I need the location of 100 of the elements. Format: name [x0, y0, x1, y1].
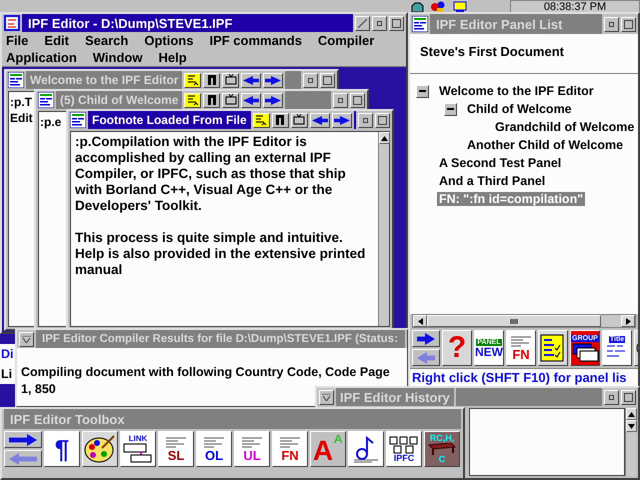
note-button[interactable] — [184, 72, 202, 88]
minimize-icon — [308, 78, 313, 82]
tree-item[interactable]: And a Third Panel — [437, 174, 548, 188]
tree-item[interactable]: FN: ":fn id=compilation" — [437, 192, 586, 206]
tree-item[interactable]: A Second Test Panel — [437, 156, 564, 170]
vertical-scrollbar[interactable] — [625, 408, 636, 476]
document-icon — [164, 436, 188, 448]
text-fragment: Di — [1, 346, 14, 363]
paragraph-button[interactable]: ¶ — [44, 431, 80, 467]
minimize-icon — [609, 22, 614, 26]
menu-item[interactable]: Edit — [44, 33, 69, 48]
minimize-button[interactable] — [333, 92, 348, 108]
right-arrow-icon — [265, 76, 282, 84]
menu-item[interactable]: Search — [84, 33, 128, 48]
title-bar-background — [285, 71, 301, 89]
vertical-scrollbar[interactable] — [378, 132, 389, 326]
note-icon — [186, 74, 199, 86]
right-arrow-icon — [265, 96, 282, 104]
collapse-toggle[interactable] — [416, 84, 429, 98]
system-menu-button[interactable] — [319, 390, 334, 404]
left-arrow-icon — [9, 452, 37, 464]
hide-button[interactable] — [355, 16, 370, 30]
tag-button[interactable]: FN — [272, 431, 308, 467]
palette-button[interactable] — [82, 431, 118, 467]
minimize-button[interactable] — [303, 72, 318, 88]
output-line: 1, 850 — [21, 381, 56, 398]
maximize-button[interactable] — [389, 16, 404, 30]
tree-item[interactable]: Grandchild of Welcome — [493, 120, 636, 134]
next-button[interactable] — [263, 92, 284, 108]
status-text: Right click (SHFT F10) for panel lis — [410, 368, 638, 386]
maximize-button[interactable] — [350, 92, 365, 108]
screen-button[interactable] — [290, 112, 308, 128]
music-button[interactable] — [203, 92, 220, 108]
help-button[interactable]: ? — [442, 330, 472, 366]
back-button[interactable] — [4, 450, 42, 467]
window-title: IPF Editor - D:\Dump\STEVE1.IPF — [22, 14, 353, 32]
link-button[interactable]: LINK — [120, 431, 156, 467]
next-button[interactable] — [263, 72, 284, 88]
checklist-icon — [540, 334, 566, 362]
menu-item[interactable]: IPF commands — [209, 33, 302, 48]
menu-item[interactable]: File — [6, 33, 28, 48]
maximize-icon — [392, 18, 401, 28]
linked-windows-icon — [123, 443, 153, 463]
document-icon — [509, 336, 533, 348]
next-button[interactable] — [332, 112, 352, 128]
document-text: :p.Compilation with the IPF Editor is accomplished by calling an external IPF Compiler, or IPFC, such as those that ship with Borland C++, Visual Age C++ or the Developers' Toolkit. — [75, 134, 347, 214]
windows-icon — [571, 342, 599, 362]
music-note-icon — [274, 114, 286, 126]
tag-button[interactable]: FN — [506, 330, 536, 366]
tree-item[interactable]: Child of Welcome — [465, 102, 574, 116]
back-button[interactable] — [412, 349, 440, 366]
screen-button[interactable] — [222, 92, 240, 108]
sound-button[interactable] — [348, 431, 384, 467]
window-title: Welcome to the IPF Editor — [26, 71, 182, 89]
minimize-button[interactable] — [604, 16, 619, 32]
maximize-button[interactable] — [375, 112, 390, 128]
maximize-button[interactable] — [320, 72, 335, 88]
tree-item[interactable]: Welcome to the IPF Editor — [437, 84, 596, 98]
music-button[interactable] — [203, 72, 220, 88]
tag-button[interactable]: OL — [196, 431, 232, 467]
history-list[interactable] — [469, 408, 625, 476]
checklist-button[interactable] — [538, 330, 568, 366]
music-button[interactable] — [272, 112, 289, 128]
forward-button[interactable] — [4, 431, 42, 448]
system-menu-button[interactable] — [19, 332, 34, 346]
previous-button[interactable] — [241, 92, 262, 108]
right-arrow-icon — [334, 116, 350, 124]
menu-item[interactable]: Options — [144, 33, 194, 48]
previous-button[interactable] — [310, 112, 330, 128]
document-icon — [8, 72, 24, 88]
maximize-button[interactable] — [621, 16, 636, 32]
note-button[interactable] — [252, 112, 270, 128]
minimize-button[interactable] — [358, 112, 373, 128]
previous-button[interactable] — [241, 72, 262, 88]
table-button[interactable]: RC,H, C — [424, 431, 460, 467]
document-icon — [70, 112, 86, 128]
minimize-button[interactable] — [604, 390, 619, 404]
tree-item[interactable]: Another Child of Welcome — [465, 138, 626, 152]
window-title: IPF Editor History — [336, 388, 454, 406]
shapes-icon[interactable] — [430, 0, 446, 12]
maximize-button[interactable] — [621, 390, 636, 404]
window-title: IPF Editor Panel List — [430, 14, 602, 34]
compile-button[interactable]: IPFC — [386, 431, 422, 467]
horizontal-scrollbar[interactable] — [412, 314, 636, 328]
minimize-button[interactable] — [372, 16, 387, 30]
document-title: Steve's First Document — [410, 34, 638, 74]
menu-item[interactable]: Help — [158, 50, 187, 65]
tag-button[interactable]: UL — [234, 431, 270, 467]
tag-button[interactable]: SL — [158, 431, 194, 467]
menu-item[interactable]: Compiler — [318, 33, 374, 48]
down-arrow-icon — [628, 424, 635, 428]
minimize-icon — [363, 118, 368, 122]
collapse-toggle[interactable] — [444, 102, 457, 116]
note-button[interactable] — [184, 92, 202, 108]
menu-item[interactable]: Application — [6, 50, 77, 65]
forward-button[interactable] — [412, 330, 440, 347]
computer-icon[interactable] — [452, 0, 468, 12]
menu-item[interactable]: Window — [92, 50, 142, 65]
monitor-icon — [224, 74, 237, 86]
screen-button[interactable] — [222, 72, 240, 88]
